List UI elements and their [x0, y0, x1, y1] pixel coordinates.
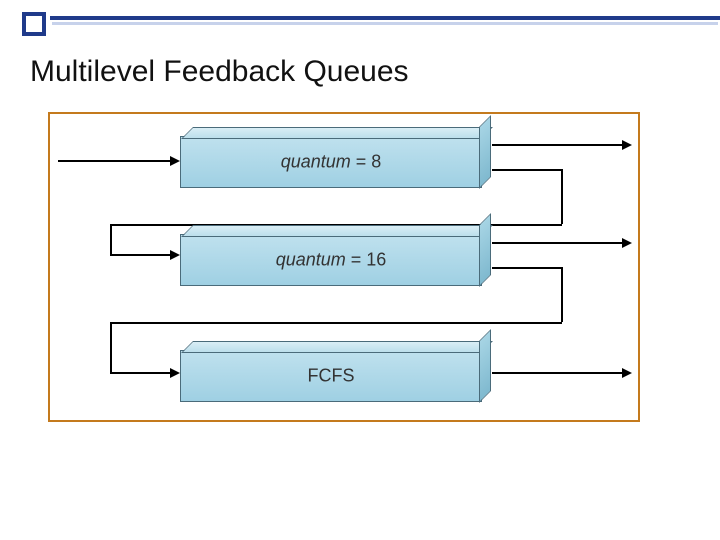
- queue-label-1-prefix: quantum: [281, 152, 351, 172]
- arrow-demote-1-v: [561, 169, 563, 224]
- arrow-out-q3: [492, 372, 622, 374]
- arrow-demote-2-head: [170, 368, 180, 378]
- queue-label-1: quantum = 8: [281, 152, 382, 173]
- queue-box-3-side: [479, 329, 491, 403]
- arrow-out-q2: [492, 242, 622, 244]
- queue-label-2-value: = 16: [351, 250, 387, 270]
- queue-box-2-top: [181, 225, 493, 237]
- queue-box-3-top: [181, 341, 493, 353]
- arrow-out-q1-head: [622, 140, 632, 150]
- header-rule-dark: [50, 16, 720, 20]
- queue-label-2: quantum = 16: [276, 250, 387, 271]
- queue-box-1: quantum = 8: [180, 136, 482, 188]
- queue-box-1-side: [479, 115, 491, 189]
- arrow-out-q3-head: [622, 368, 632, 378]
- queue-label-1-value: = 8: [356, 152, 382, 172]
- arrow-demote-1-h3: [110, 254, 170, 256]
- arrow-demote-2-h3: [110, 372, 170, 374]
- slide-title: Multilevel Feedback Queues: [30, 55, 409, 89]
- arrow-demote-1-h1: [492, 169, 562, 171]
- arrow-demote-2-v: [561, 267, 563, 322]
- arrow-out-q1: [492, 144, 622, 146]
- arrow-out-q2-head: [622, 238, 632, 248]
- slide: Multilevel Feedback Queues quantum = 8: [0, 0, 720, 540]
- arrow-demote-2-v2: [110, 322, 112, 372]
- header-rule-light: [52, 22, 718, 25]
- queue-label-3-prefix: FCFS: [308, 366, 355, 386]
- queue-box-2: quantum = 16: [180, 234, 482, 286]
- arrow-demote-2-h2: [110, 322, 562, 324]
- queue-box-1-top: [181, 127, 493, 139]
- queue-label-2-prefix: quantum: [276, 250, 346, 270]
- arrow-in-q1: [58, 160, 170, 162]
- bullet-square-icon: [22, 12, 46, 36]
- arrow-demote-1-v2: [110, 224, 112, 254]
- diagram-frame: quantum = 8 quantum = 16: [48, 112, 640, 422]
- arrow-demote-1-head: [170, 250, 180, 260]
- queue-label-3: FCFS: [308, 366, 355, 387]
- queue-box-2-side: [479, 213, 491, 287]
- arrow-in-q1-head: [170, 156, 180, 166]
- arrow-demote-2-h1: [492, 267, 562, 269]
- queue-box-3: FCFS: [180, 350, 482, 402]
